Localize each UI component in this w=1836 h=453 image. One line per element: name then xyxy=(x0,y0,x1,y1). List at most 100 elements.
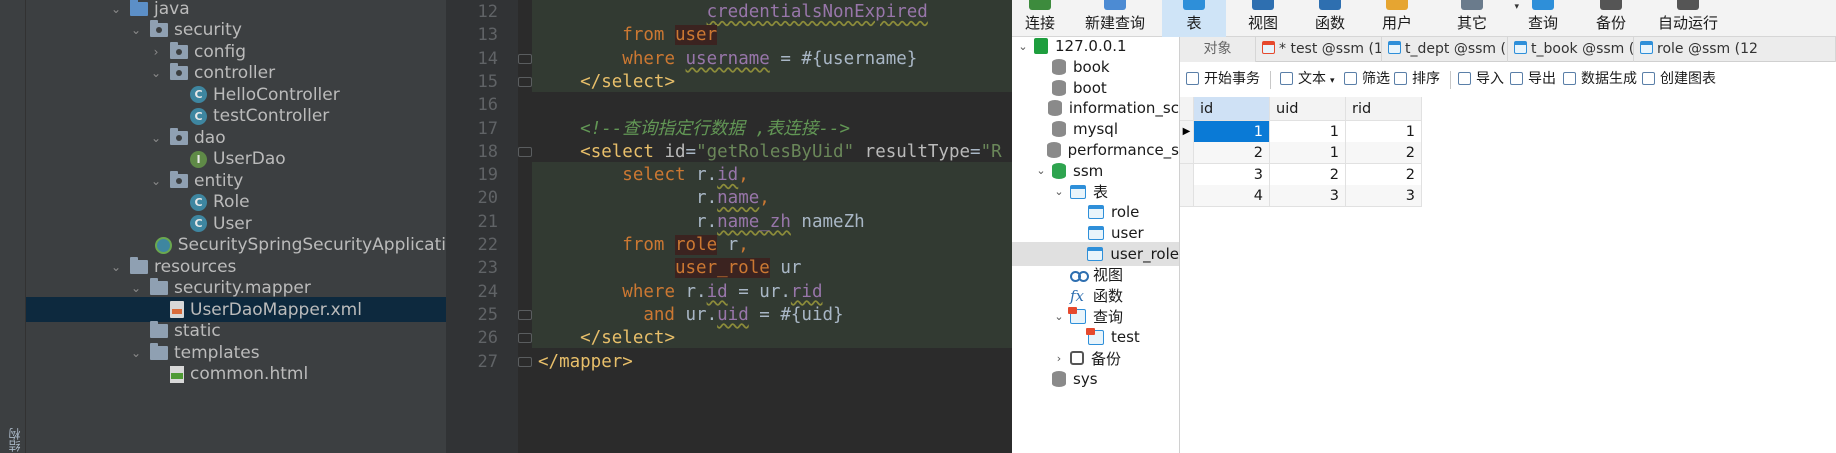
connection-tree-item-label: 表 xyxy=(1093,183,1109,202)
tab-objects[interactable]: 对象 xyxy=(1180,37,1256,62)
code-token: ur xyxy=(769,258,802,279)
code-token: = ur. xyxy=(727,281,791,302)
project-tree-item-label: HelloController xyxy=(213,84,340,105)
begin-transaction-icon xyxy=(1186,72,1199,85)
export-button[interactable]: 导出 xyxy=(1510,62,1556,97)
code-token: , xyxy=(738,165,749,186)
tab-test-ssm-1[interactable]: * test @ssm (1... xyxy=(1256,37,1382,62)
grid-cell[interactable]: 3 xyxy=(1270,184,1346,207)
toolbar-button-table[interactable]: 表 xyxy=(1162,0,1226,37)
row-marker[interactable] xyxy=(1180,142,1194,165)
table-icon xyxy=(1088,226,1104,241)
project-tree-item-label: entity xyxy=(194,170,244,191)
grid-cell[interactable]: 1 xyxy=(1270,142,1346,165)
code-line: </mapper> xyxy=(532,349,633,376)
connection-tree-item-label: test xyxy=(1111,328,1140,347)
create-chart-icon xyxy=(1642,72,1655,85)
database-open-icon xyxy=(1052,162,1066,179)
column-header-rid[interactable]: rid xyxy=(1346,97,1422,121)
project-tree-item-label: templates xyxy=(174,342,260,363)
fold-marker-icon[interactable] xyxy=(518,146,532,157)
begin-transaction-button[interactable]: 开始事务 xyxy=(1186,62,1260,97)
toolbar-button-query[interactable]: 查询 xyxy=(1512,0,1574,37)
chevron-down-icon[interactable]: ▾ xyxy=(1330,76,1335,86)
toolbar-button-new-query[interactable]: 新建查询 xyxy=(1074,0,1156,37)
auto-run-icon xyxy=(1677,0,1699,10)
toolbar-button-backup[interactable]: 备份 xyxy=(1580,0,1642,37)
grid-cell[interactable]: 1 xyxy=(1194,121,1270,143)
grid-cell[interactable]: 2 xyxy=(1270,163,1346,186)
filter-button[interactable]: 筛选 xyxy=(1344,62,1390,97)
connection-tree-item[interactable]: sys xyxy=(1012,367,1179,391)
row-marker[interactable] xyxy=(1180,184,1194,207)
toolbar-button-label: 其它 xyxy=(1456,14,1487,32)
code-token: username xyxy=(685,48,770,69)
chevron-down-icon[interactable]: ⌄ xyxy=(1034,164,1048,177)
tab-t-book-ssm[interactable]: t_book @ssm (... xyxy=(1508,37,1634,62)
chevron-down-icon[interactable]: ⌄ xyxy=(148,131,164,145)
chevron-down-icon[interactable]: ⌄ xyxy=(128,23,144,37)
code-editor[interactable]: 12 13 14 15 16 17 18 19 20 21 22 23 24 25 26 27 credent… xyxy=(446,0,1012,453)
sort-button[interactable]: 排序 xyxy=(1394,62,1440,97)
chevron-down-icon[interactable]: ⌄ xyxy=(1016,40,1030,53)
chevron-right-icon[interactable]: › xyxy=(148,45,164,59)
fold-marker-icon[interactable] xyxy=(518,53,532,64)
grid-cell[interactable]: 3 xyxy=(1346,184,1422,207)
current-row-indicator[interactable]: ▶ xyxy=(1180,121,1194,143)
chevron-down-icon[interactable]: ⌄ xyxy=(108,2,124,16)
column-header-id[interactable]: id xyxy=(1194,97,1270,121)
structure-tool-label[interactable]: 结构 xyxy=(6,428,23,452)
grid-cell[interactable]: 2 xyxy=(1194,142,1270,165)
toolbar-button-connect[interactable]: 连接 xyxy=(1012,0,1068,37)
column-header-uid[interactable]: uid xyxy=(1270,97,1346,121)
chevron-down-icon[interactable]: ⌄ xyxy=(1052,310,1066,323)
code-token: role xyxy=(674,235,718,255)
fold-marker-icon[interactable] xyxy=(518,333,532,344)
grid-cell[interactable]: 2 xyxy=(1346,163,1422,186)
chevron-down-icon[interactable]: ⌄ xyxy=(148,174,164,188)
fold-marker-icon[interactable] xyxy=(518,76,532,87)
fold-marker-icon[interactable] xyxy=(518,356,532,367)
grid-cell[interactable]: 2 xyxy=(1346,142,1422,165)
code-token: = xyxy=(970,141,981,162)
connection-tree-item-label: sys xyxy=(1073,369,1098,388)
connection-tree-item-label: ssm xyxy=(1073,161,1104,180)
toolbar-button-auto-run[interactable]: 自动运行 xyxy=(1648,0,1728,37)
chevron-down-icon[interactable]: ⌄ xyxy=(1052,185,1066,198)
import-button[interactable]: 导入 xyxy=(1458,62,1504,97)
chevron-down-icon[interactable]: ⌄ xyxy=(128,346,144,360)
table-toolbar: 开始事务 文本 ▾ 筛选 排序 导入 导出 数据生成 创建图表 xyxy=(1180,62,1836,97)
project-tree-item-label: UserDaoMapper.xml xyxy=(190,299,362,320)
chevron-down-icon[interactable]: ⌄ xyxy=(108,260,124,274)
toolbar-button-other[interactable]: 其它 ▾ xyxy=(1437,0,1519,37)
project-tree-item[interactable]: common.html xyxy=(26,362,446,387)
code-token: ur. xyxy=(685,304,718,325)
structure-side-strip[interactable]: 结构 xyxy=(0,0,26,453)
tab-role-ssm-12[interactable]: role @ssm (12 xyxy=(1634,37,1836,62)
toolbar-button-view[interactable]: 视图 xyxy=(1232,0,1294,37)
package-icon xyxy=(170,170,188,188)
main-toolbar: 连接 新建查询 表 视图 函数 用户 其它 ▾ 查询 备份 自动运行 xyxy=(1012,0,1836,37)
chevron-down-icon[interactable]: ⌄ xyxy=(128,281,144,295)
fold-marker-icon[interactable] xyxy=(518,309,532,320)
toolbar-button-function[interactable]: 函数 xyxy=(1300,0,1360,37)
grid-cell[interactable]: 1 xyxy=(1270,121,1346,143)
grid-cell[interactable]: 3 xyxy=(1194,163,1270,186)
code-token: name_zh xyxy=(717,211,791,232)
data-generation-button[interactable]: 数据生成 xyxy=(1563,62,1637,97)
text-button[interactable]: 文本 ▾ xyxy=(1280,62,1335,97)
toolbar-separator xyxy=(1450,71,1451,89)
create-chart-button[interactable]: 创建图表 xyxy=(1642,62,1716,97)
grid-cell[interactable]: 4 xyxy=(1194,184,1270,207)
class-icon: C xyxy=(190,86,207,103)
row-marker[interactable] xyxy=(1180,163,1194,186)
tab-t-dept-ssm[interactable]: t_dept @ssm (... xyxy=(1382,37,1508,62)
grid-cell[interactable]: 1 xyxy=(1346,121,1422,143)
toolbar-button-user[interactable]: 用户 xyxy=(1364,0,1430,37)
project-tree-item-label: testController xyxy=(213,106,330,126)
code-token: = #{username} xyxy=(769,48,918,69)
chevron-right-icon[interactable]: › xyxy=(1052,352,1066,365)
chevron-down-icon[interactable]: ⌄ xyxy=(148,66,164,80)
